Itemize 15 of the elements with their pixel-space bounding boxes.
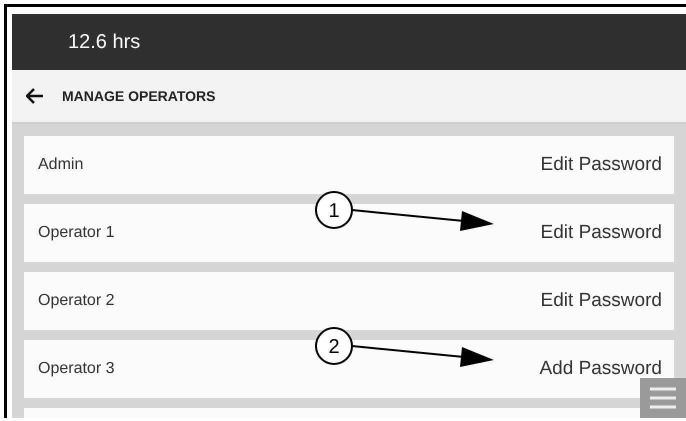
password-link[interactable]: Edit Password bbox=[540, 290, 662, 312]
menu-icon bbox=[650, 386, 676, 410]
operator-name: Operator 1 bbox=[38, 224, 114, 242]
password-link[interactable]: Edit Password bbox=[540, 154, 662, 176]
operator-name: Operator 2 bbox=[38, 292, 114, 310]
back-button[interactable] bbox=[26, 88, 44, 104]
page-title: MANAGE OPERATORS bbox=[62, 88, 216, 104]
operator-name: Admin bbox=[38, 156, 84, 174]
password-link[interactable]: Edit Password bbox=[540, 222, 662, 244]
callout-drawing: 2 bbox=[315, 327, 494, 367]
hours-reading: 12.6 hrs bbox=[68, 30, 140, 54]
callout-drawing: 1 bbox=[315, 191, 494, 231]
operator-name: Operator 3 bbox=[38, 360, 114, 378]
back-arrow-icon bbox=[26, 88, 44, 104]
password-link[interactable]: Add Password bbox=[539, 358, 662, 380]
